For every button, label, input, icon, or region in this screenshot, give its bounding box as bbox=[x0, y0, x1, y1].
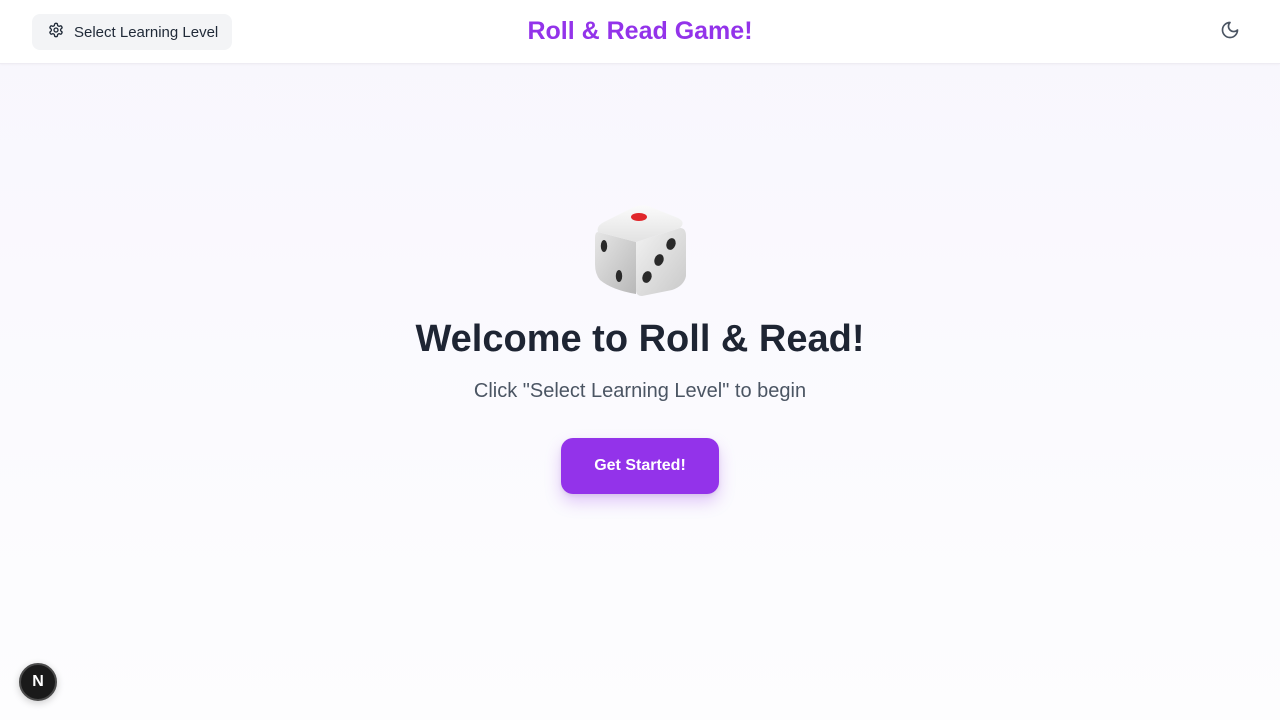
welcome-subtitle: Click "Select Learning Level" to begin bbox=[473, 380, 807, 402]
select-learning-level-label: Select Learning Level bbox=[74, 23, 219, 41]
gear-icon bbox=[48, 22, 64, 42]
get-started-button[interactable]: Get Started! bbox=[561, 438, 719, 494]
moon-icon bbox=[1220, 20, 1240, 45]
theme-toggle-button[interactable] bbox=[1216, 18, 1244, 46]
select-learning-level-button[interactable]: Select Learning Level bbox=[32, 14, 232, 50]
nextjs-logo-icon: N bbox=[32, 673, 44, 690]
nextjs-dev-badge[interactable]: N bbox=[19, 663, 57, 701]
app-header: Select Learning Level Roll & Read Game! bbox=[0, 0, 1280, 64]
dice-icon bbox=[592, 202, 688, 298]
welcome-heading: Welcome to Roll & Read! bbox=[415, 318, 865, 360]
